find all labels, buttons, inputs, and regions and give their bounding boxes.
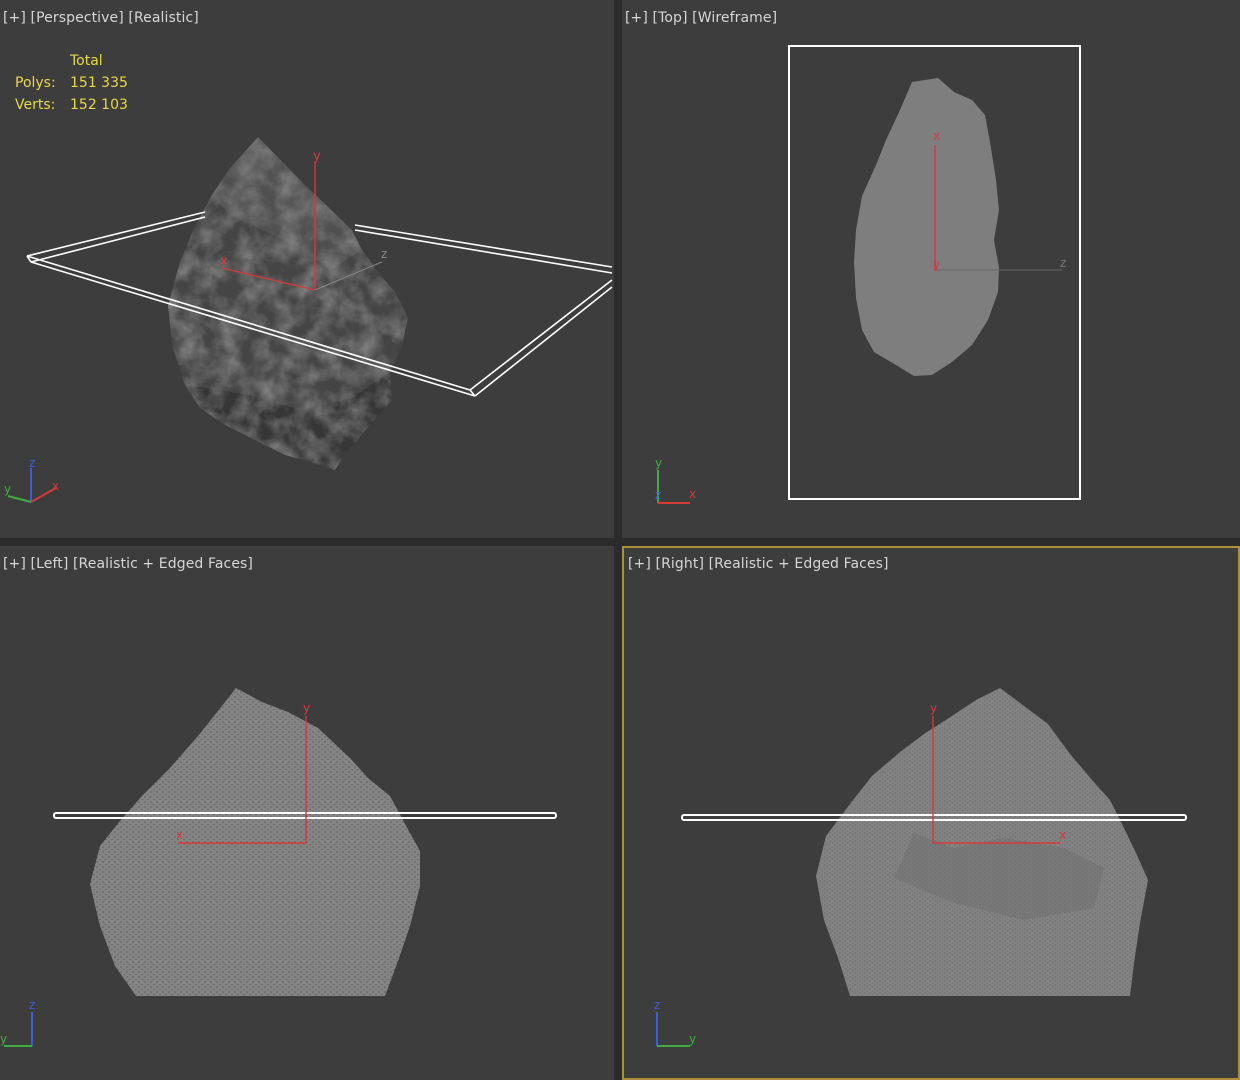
tripod-z-label: z bbox=[29, 998, 35, 1012]
gizmo-x-label: x bbox=[176, 828, 183, 842]
polys-value: 151 335 bbox=[70, 75, 128, 91]
viewport-label: [+] [Right] [Realistic + Edged Faces] bbox=[628, 556, 889, 572]
viewport-view-button[interactable]: [Perspective] bbox=[31, 10, 124, 26]
verts-label: Verts: bbox=[15, 97, 56, 113]
viewport-menu-button[interactable]: [+] bbox=[628, 556, 651, 572]
tripod-y-label: y bbox=[0, 1032, 7, 1046]
gizmo-y-label: y bbox=[930, 701, 937, 715]
viewport-label: [+] [Left] [Realistic + Edged Faces] bbox=[3, 556, 253, 572]
viewport-shading-button[interactable]: [Realistic] bbox=[128, 10, 198, 26]
polys-label: Polys: bbox=[15, 75, 56, 91]
gizmo-y-label: y bbox=[303, 701, 310, 715]
viewport-top[interactable]: [+] [Top] [Wireframe] x y z y z x bbox=[622, 0, 1240, 538]
tripod-z-label: z bbox=[29, 456, 35, 470]
tripod-y-label: y bbox=[655, 456, 662, 470]
viewport-menu-button[interactable]: [+] bbox=[3, 10, 26, 26]
right-scene[interactable]: y x z y bbox=[624, 548, 1238, 1078]
top-scene[interactable]: x y z y z x bbox=[622, 0, 1240, 538]
view-axis-tripod: y z x bbox=[655, 456, 696, 504]
viewport-label: [+] [Top] [Wireframe] bbox=[625, 10, 777, 26]
viewport-left[interactable]: [+] [Left] [Realistic + Edged Faces] y x bbox=[0, 546, 614, 1080]
tripod-y-label: y bbox=[689, 1032, 696, 1046]
gizmo-z-label: z bbox=[381, 247, 387, 261]
verts-value: 152 103 bbox=[70, 97, 128, 113]
left-scene[interactable]: y x z y bbox=[0, 546, 614, 1080]
viewport-right-active[interactable]: [+] [Right] [Realistic + Edged Faces] y … bbox=[622, 546, 1240, 1080]
tripod-z-label: z bbox=[655, 488, 661, 502]
rock-mesh[interactable] bbox=[90, 688, 420, 996]
viewport-view-button[interactable]: [Left] bbox=[31, 556, 69, 572]
gizmo-y-label: y bbox=[313, 149, 321, 164]
viewport-view-button[interactable]: [Top] bbox=[653, 10, 688, 26]
viewport-perspective[interactable]: [+] [Perspective] [Realistic] Total Poly… bbox=[0, 0, 614, 538]
viewport-label: [+] [Perspective] [Realistic] bbox=[3, 10, 199, 26]
gizmo-z-label: z bbox=[1060, 256, 1066, 270]
viewport-shading-button[interactable]: [Realistic + Edged Faces] bbox=[709, 556, 889, 572]
viewport-menu-button[interactable]: [+] bbox=[3, 556, 26, 572]
gizmo-x-label: x bbox=[933, 129, 940, 143]
viewport-view-button[interactable]: [Right] bbox=[656, 556, 705, 572]
rock-mesh[interactable] bbox=[854, 78, 999, 376]
viewport-menu-button[interactable]: [+] bbox=[625, 10, 648, 26]
viewport-shading-button[interactable]: [Realistic + Edged Faces] bbox=[73, 556, 253, 572]
gizmo-x-label: x bbox=[220, 254, 228, 269]
stats-header: Total bbox=[70, 53, 103, 69]
gizmo-x-label: x bbox=[1059, 828, 1066, 842]
tripod-z-label: z bbox=[654, 998, 660, 1012]
statistics-overlay: Total Polys: 151 335 Verts: 152 103 bbox=[15, 50, 128, 116]
tripod-x-label: x bbox=[52, 479, 59, 493]
gizmo-y-label: y bbox=[933, 257, 940, 271]
view-axis-tripod: z y bbox=[654, 998, 696, 1047]
viewport-shading-button[interactable]: [Wireframe] bbox=[692, 10, 777, 26]
viewport-layout: [+] [Perspective] [Realistic] Total Poly… bbox=[0, 0, 1240, 1080]
tripod-y-label: y bbox=[4, 482, 11, 496]
view-axis-tripod: z y bbox=[0, 998, 35, 1047]
rock-mesh[interactable] bbox=[816, 688, 1148, 996]
rock-mesh[interactable] bbox=[168, 137, 408, 470]
tripod-x-label: x bbox=[689, 487, 696, 501]
view-axis-tripod: z y x bbox=[4, 456, 59, 503]
